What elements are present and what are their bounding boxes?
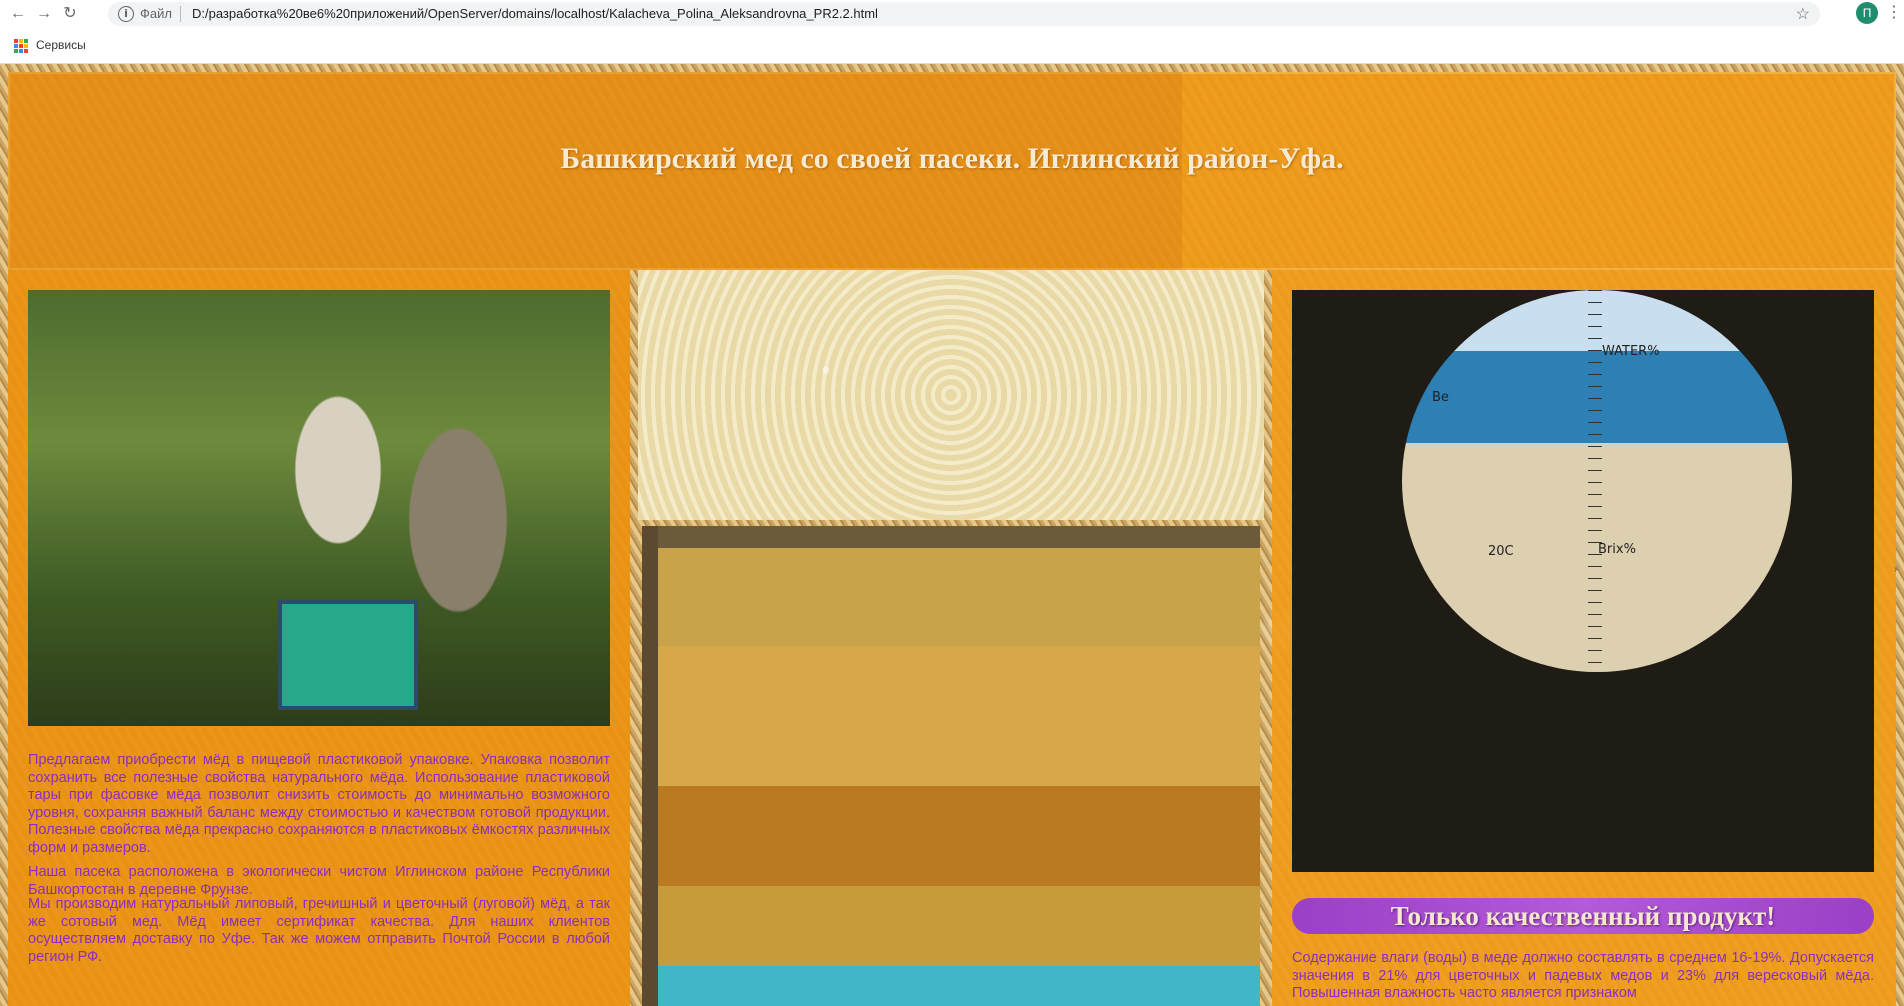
middle-column (638, 270, 1264, 1006)
profile-avatar[interactable]: П (1856, 2, 1878, 24)
left-column: Предлагаем приобрести мёд в пищевой плас… (8, 270, 630, 1006)
address-bar[interactable]: i Файл D:/разработка%20ве6%20приложений/… (108, 2, 1820, 26)
scheme-label: Файл (140, 6, 172, 21)
moisture-paragraph: Содержание влаги (воды) в меде должно со… (1292, 950, 1874, 1001)
browser-toolbar: ← → ↻ i Файл D:/разработка%20ве6%20прило… (0, 0, 1904, 28)
beekeepers-photo (28, 290, 610, 726)
refractometer-scale (1588, 290, 1602, 672)
info-icon[interactable]: i (118, 6, 134, 22)
beehive-image (278, 600, 418, 710)
apps-icon[interactable] (14, 39, 28, 53)
intro-paragraph: Предлагаем приобрести мёд в пищевой плас… (28, 752, 610, 856)
url-text[interactable]: D:/разработка%20ве6%20приложений/OpenSer… (192, 6, 878, 21)
brix-label: Brix% (1598, 542, 1636, 557)
right-column: WATER% Be 20C Brix% Только качественный … (1272, 270, 1896, 1006)
bookmarks-bar: Сервисы (0, 34, 1904, 58)
honeycomb-photo (638, 270, 1264, 520)
reload-icon[interactable]: ↻ (60, 4, 80, 24)
be-label: Be (1432, 390, 1449, 405)
honey-frame-photo (642, 526, 1260, 1006)
temp-label: 20C (1488, 544, 1514, 559)
quality-banner: Только качественный продукт! (1292, 898, 1874, 934)
products-paragraph: Мы производим натуральный липовый, гречи… (28, 896, 610, 965)
divider (180, 6, 181, 22)
refractometer-photo: WATER% Be 20C Brix% (1292, 290, 1874, 872)
page-header: Башкирский мед со своей пасеки. Иглински… (8, 72, 1896, 270)
location-paragraph: Наша пасека расположена в экологически ч… (28, 864, 610, 898)
page-body: Башкирский мед со своей пасеки. Иглински… (0, 64, 1904, 1006)
forward-icon[interactable]: → (34, 4, 54, 24)
menu-icon[interactable]: ⋮ (1886, 2, 1902, 22)
scroll-arrow-icon[interactable]: › (1894, 564, 1897, 575)
page-title: Башкирский мед со своей пасеки. Иглински… (560, 142, 1344, 175)
browser-chrome: ← → ↻ i Файл D:/разработка%20ве6%20прило… (0, 0, 1904, 64)
frame-edge (642, 526, 658, 1006)
quality-title: Только качественный продукт! (1390, 901, 1776, 931)
back-icon[interactable]: ← (8, 4, 28, 24)
water-label: WATER% (1602, 344, 1660, 359)
bookmark-star-icon[interactable]: ☆ (1796, 4, 1810, 24)
bookmark-apps[interactable]: Сервисы (36, 38, 86, 52)
refractometer-lens: WATER% Be 20C Brix% (1402, 290, 1792, 672)
